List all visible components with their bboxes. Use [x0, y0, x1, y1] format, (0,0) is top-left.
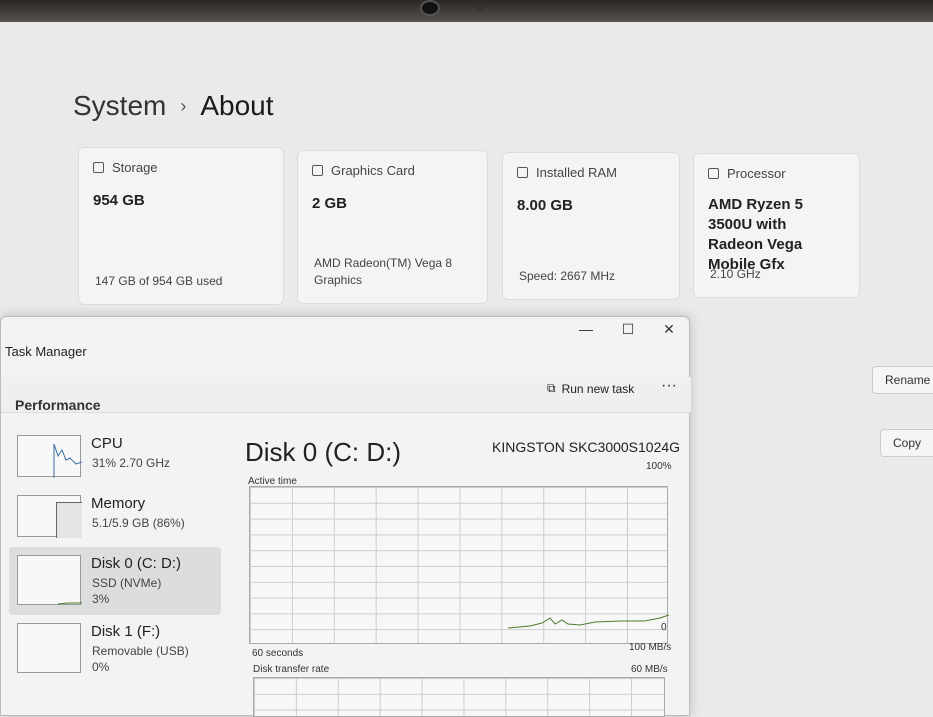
more-options-button[interactable]: ···	[661, 377, 677, 395]
rename-button[interactable]: Rename t	[872, 366, 933, 394]
memory-thumbnail	[17, 495, 82, 538]
item-sub: SSD (NVMe) 3%	[92, 575, 161, 607]
disk-usage: 0%	[92, 660, 110, 674]
list-item-memory[interactable]: Memory 5.1/5.9 GB (86%)	[9, 487, 221, 547]
maximize-button[interactable]: ☐	[613, 321, 643, 338]
card-value: 8.00 GB	[517, 197, 573, 214]
window-title: Task Manager	[5, 344, 87, 359]
rate-max-label: 100 MB/s	[629, 642, 672, 653]
card-value: AMD Ryzen 5 3500U with Radeon Vega Mobil…	[708, 196, 804, 273]
section-title: Performance	[15, 397, 101, 413]
active-zero-label: 0	[661, 622, 667, 633]
card-value: 2 GB	[312, 195, 348, 212]
gpu-icon	[312, 165, 323, 176]
cpu-thumbnail	[17, 435, 83, 478]
disk-model: KINGSTON SKC3000S1024G	[492, 439, 681, 455]
card-sub: 2.10 GHz	[710, 267, 761, 281]
item-sub: 31% 2.70 GHz	[92, 456, 171, 470]
page-title: About	[200, 90, 274, 121]
card-label: Installed RAM	[536, 165, 617, 180]
run-new-task-button[interactable]: ⧉ Run new task	[547, 381, 634, 396]
processor-icon	[708, 168, 719, 179]
detail-title: Disk 0 (C: D:)	[245, 437, 401, 467]
ram-card: Installed RAM 8.00 GB Speed: 2667 MHz	[502, 152, 680, 300]
item-sub: 5.1/5.9 GB (86%)	[92, 516, 185, 530]
breadcrumb: System › About	[73, 90, 274, 122]
disk1-thumbnail	[17, 623, 81, 673]
time-span-label: 60 seconds	[252, 648, 304, 659]
copy-button[interactable]: Copy	[880, 429, 933, 457]
card-label: Graphics Card	[331, 163, 415, 178]
item-name: CPU	[91, 435, 123, 452]
card-value: 954 GB	[93, 192, 145, 209]
item-name: Disk 1 (F:)	[91, 623, 161, 640]
ram-icon	[517, 167, 528, 178]
card-sub: 147 GB of 954 GB used	[95, 274, 223, 288]
processor-card: Processor AMD Ryzen 5 3500U with Radeon …	[693, 153, 860, 298]
close-button[interactable]: ✕	[654, 321, 684, 338]
disk-type: Removable (USB)	[92, 644, 189, 658]
camera-led	[477, 5, 483, 11]
card-sub: Speed: 2667 MHz	[519, 269, 616, 283]
webcam	[420, 0, 440, 16]
item-sub: Removable (USB) 0%	[92, 643, 189, 675]
disk-usage: 3%	[92, 592, 110, 606]
card-label: Processor	[727, 166, 786, 181]
performance-list: CPU 31% 2.70 GHz Memory 5.1/5.9 GB (86%)…	[9, 427, 221, 683]
minimize-button[interactable]: —	[571, 321, 601, 337]
list-item-cpu[interactable]: CPU 31% 2.70 GHz	[9, 427, 221, 487]
transfer-rate-graph	[253, 677, 665, 717]
transfer-rate-label: Disk transfer rate	[253, 664, 330, 675]
breadcrumb-system[interactable]: System	[73, 90, 166, 122]
run-task-icon: ⧉	[547, 381, 556, 395]
disk0-thumbnail	[17, 555, 82, 605]
graphics-card-card: Graphics Card 2 GB AMD Radeon(TM) Vega 8…	[297, 150, 488, 304]
card-label: Storage	[112, 160, 158, 175]
item-name: Memory	[91, 495, 146, 512]
active-max-label: 100%	[646, 461, 672, 472]
task-manager-window: Task Manager — ☐ ✕ Performance ⧉ Run new …	[0, 316, 691, 717]
breadcrumb-separator: ›	[180, 95, 187, 116]
storage-icon	[93, 162, 104, 173]
toolbar: Performance ⧉ Run new task ···	[1, 377, 691, 413]
item-name: Disk 0 (C: D:)	[91, 555, 181, 572]
active-time-graph	[249, 486, 669, 644]
list-item-disk0[interactable]: Disk 0 (C: D:) SSD (NVMe) 3%	[9, 547, 221, 615]
list-item-disk1[interactable]: Disk 1 (F:) Removable (USB) 0%	[9, 615, 221, 683]
rate-mid-label: 60 MB/s	[631, 664, 668, 675]
disk-type: SSD (NVMe)	[92, 576, 162, 590]
card-sub: AMD Radeon(TM) Vega 8 Graphics	[314, 256, 453, 287]
storage-card: Storage 954 GB 147 GB of 954 GB used	[78, 147, 284, 305]
screen-bezel	[0, 0, 933, 22]
